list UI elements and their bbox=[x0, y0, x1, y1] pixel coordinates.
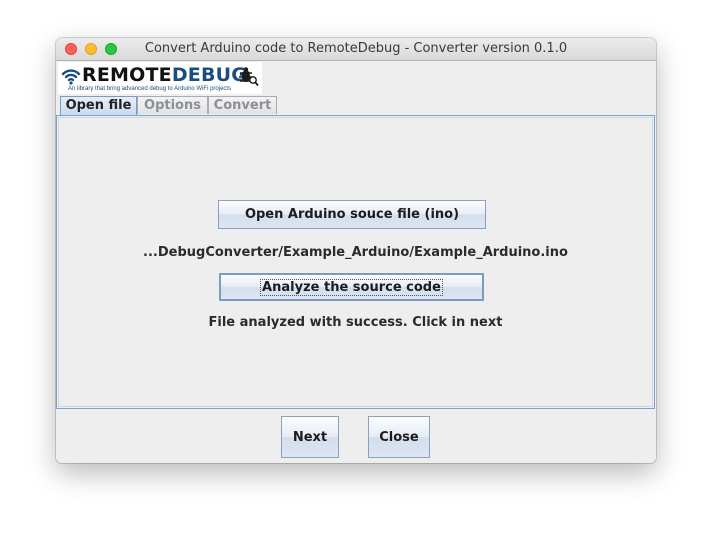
converter-window: Convert Arduino code to RemoteDebug - Co… bbox=[56, 38, 656, 463]
window-title: Convert Arduino code to RemoteDebug - Co… bbox=[144, 41, 568, 56]
open-file-panel: Open Arduino souce file (ino) ...DebugCo… bbox=[56, 115, 655, 409]
wifi-icon bbox=[61, 69, 81, 85]
tab-convert[interactable]: Convert bbox=[208, 96, 277, 114]
selected-file-path: ...DebugConverter/Example_Arduino/Exampl… bbox=[143, 245, 568, 260]
tab-open-file[interactable]: Open file bbox=[60, 96, 137, 116]
logo-wordmark: REMOTEDEBUG bbox=[82, 64, 247, 86]
remotedebug-logo: REMOTEDEBUG An library that bring advanc… bbox=[58, 62, 262, 94]
tab-options[interactable]: Options bbox=[137, 96, 208, 114]
analyze-source-button[interactable]: Analyze the source code bbox=[219, 273, 484, 301]
close-button[interactable]: Close bbox=[368, 416, 430, 458]
logo-tagline: An library that bring advanced debug to … bbox=[68, 86, 232, 92]
logo-word-debug: DEBUG bbox=[171, 64, 248, 86]
bug-icon bbox=[239, 67, 259, 87]
analyze-button-label: Analyze the source code bbox=[260, 278, 443, 296]
open-arduino-file-button[interactable]: Open Arduino souce file (ino) bbox=[218, 200, 486, 229]
next-button[interactable]: Next bbox=[281, 416, 339, 458]
title-bar[interactable]: Convert Arduino code to RemoteDebug - Co… bbox=[56, 38, 656, 61]
panel-inner-border bbox=[58, 117, 653, 407]
analysis-status-message: File analyzed with success. Click in nex… bbox=[208, 315, 503, 330]
logo-word-remote: REMOTE bbox=[82, 64, 172, 86]
